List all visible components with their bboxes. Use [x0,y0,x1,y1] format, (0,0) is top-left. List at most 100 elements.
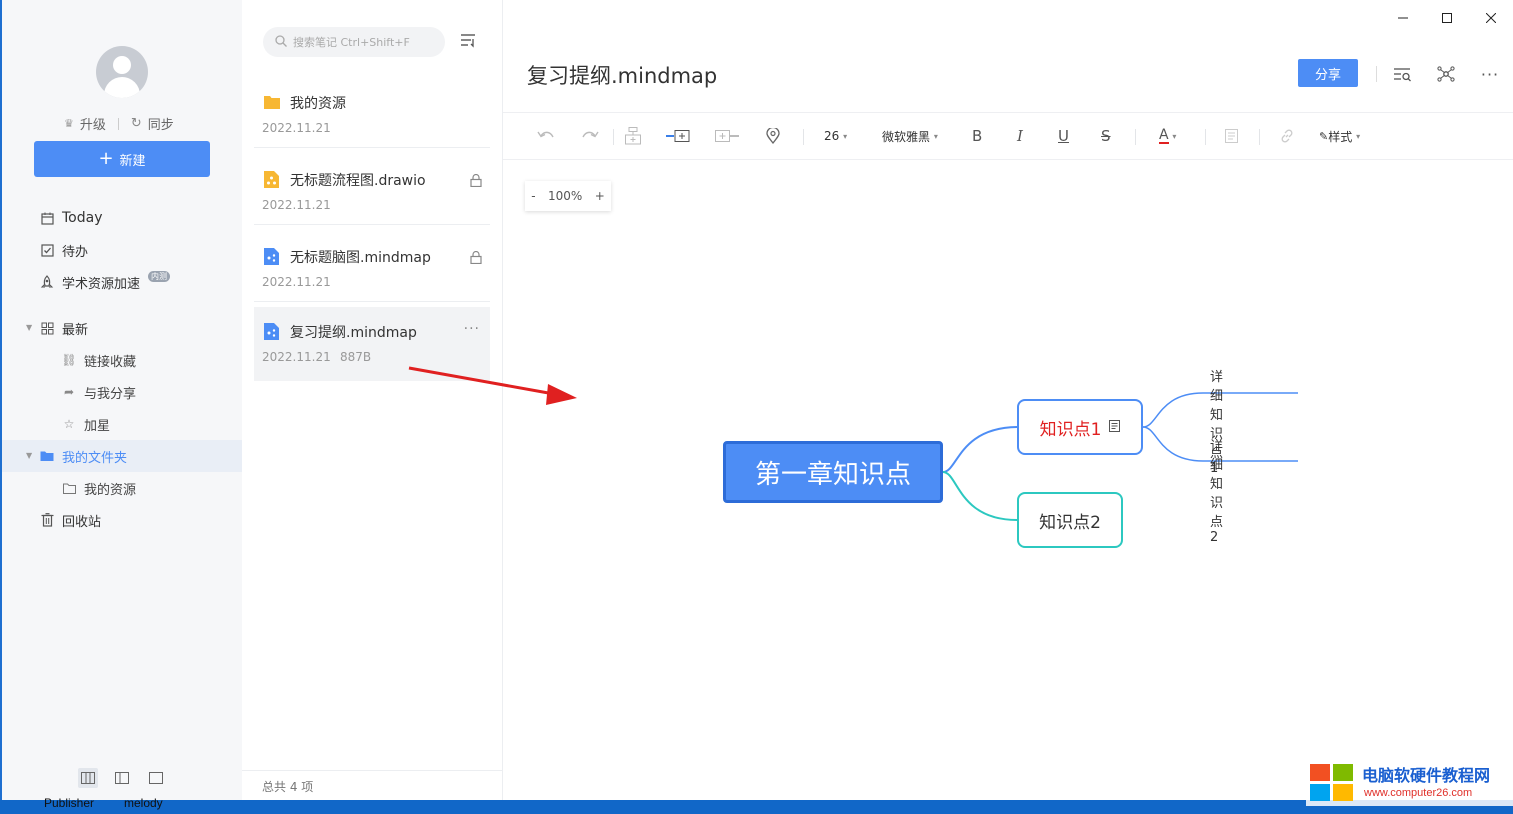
app-window: ♛ 升级 ↻ 同步 + 新建 Today 待办 学术资源加速 内测 ▼ 最新 ⛓… [2,0,1513,800]
sidebar-item-academic[interactable]: 学术资源加速 内测 [40,270,171,292]
star-icon: ☆ [63,417,75,431]
mindmap-structure-icon[interactable] [1436,64,1456,84]
search-placeholder: 搜索笔记 Ctrl+Shift+F [293,36,410,49]
sidebar-item-starred[interactable]: ☆ 加星 [62,414,110,434]
sidebar-item-label: 学术资源加速 [62,276,141,292]
sidebar-item-label: Today [62,210,103,226]
undo-icon[interactable] [537,125,555,147]
minimize-icon[interactable] [1381,8,1425,28]
note-title: 无标题脑图.mindmap [290,250,431,266]
chevron-down-icon: ▾ [843,131,848,141]
mindmap-node-k2[interactable]: 知识点2 [1017,492,1123,548]
taskbar-item[interactable]: melody [124,796,163,810]
sidebar-item-label: 与我分享 [84,386,137,402]
new-button[interactable]: + 新建 [34,141,210,177]
sort-icon[interactable] [460,33,477,52]
style-select[interactable]: ✎ 样式 ▾ [1319,125,1360,147]
sidebar-item-todo[interactable]: 待办 [40,240,88,260]
document-title[interactable]: 复习提纲.mindmap [527,60,717,90]
collapse-caret-icon[interactable]: ▼ [26,451,32,460]
lock-icon [470,172,482,191]
font-color-select[interactable]: A ▾ [1159,125,1176,147]
rocket-icon [40,274,54,289]
single-column-layout-icon[interactable] [146,768,166,788]
sync-link[interactable]: 同步 [148,114,174,133]
redo-icon[interactable] [581,125,599,147]
list-item-my-resources[interactable]: 我的资源 2022.11.21 [254,78,490,148]
list-item-drawio[interactable]: 无标题流程图.drawio 2022.11.21 [254,155,490,225]
note-date: 2022.11.21 [262,121,331,135]
avatar[interactable] [96,46,148,98]
search-input[interactable]: 搜索笔记 Ctrl+Shift+F [263,27,445,57]
mindmap-icon [264,248,280,265]
sidebar-item-my-folder[interactable]: 我的文件夹 [40,446,127,466]
checkbox-icon [40,243,54,257]
chevron-down-icon: ▾ [933,131,938,141]
mindmap-connectors [942,392,1298,521]
maximize-icon[interactable] [1425,8,1469,28]
folder-outline-icon [62,481,76,495]
mindmap-toolbar: 26 ▾ 微软雅黑 ▾ B I U S A ▾ ✎ 样式 ▾ [503,112,1513,160]
list-item-review-outline[interactable]: 复习提纲.mindmap 2022.11.21 887B ··· [254,307,490,381]
underline-button[interactable]: U [1058,125,1069,147]
insert-sibling-node-icon[interactable] [715,125,739,147]
font-size-select[interactable]: 26 ▾ [824,125,847,147]
search-icon [275,34,287,50]
editor-panel: 复习提纲.mindmap 分享 ··· 26 ▾ 微软雅黑 ▾ B I U S … [503,0,1513,800]
insert-child-node-icon[interactable] [666,125,690,147]
lock-icon [470,249,482,268]
sidebar-item-my-resources[interactable]: 我的资源 [62,478,136,498]
note-date: 2022.11.21 [262,275,331,289]
windows-logo-icon [1310,764,1356,802]
note-count: 总共 4 项 [262,780,314,794]
note-size: 887B [340,350,372,364]
note-icon[interactable] [1225,125,1238,147]
watermark: 电脑软硬件教程网 www.computer26.com [1306,760,1513,806]
brush-icon: ✎ [1319,129,1329,143]
strikethrough-button[interactable]: S [1101,125,1111,147]
link-icon[interactable] [1280,125,1294,147]
collapse-caret-icon[interactable]: ▼ [26,323,32,332]
more-icon[interactable]: ··· [1480,64,1500,84]
mindmap-node-k1[interactable]: 知识点1 [1017,399,1143,455]
sidebar-item-label: 我的文件夹 [62,450,128,466]
watermark-title: 电脑软硬件教程网 [1362,766,1491,785]
font-family-select[interactable]: 微软雅黑 ▾ [882,125,938,147]
sidebar-item-today[interactable]: Today [40,208,103,228]
node-label: 知识点1 [1039,419,1102,440]
bold-button[interactable]: B [972,125,982,147]
new-button-label: 新建 [119,153,146,169]
folder-icon [40,449,54,463]
sidebar-item-label: 待办 [62,244,89,260]
upgrade-link[interactable]: 升级 [80,114,106,133]
mindmap-root-node[interactable]: 第一章知识点 [723,441,943,503]
sidebar-item-label: 我的资源 [84,482,137,498]
watermark-url: www.computer26.com [1364,787,1473,799]
more-options-icon[interactable]: ··· [464,321,480,337]
sidebar: ♛ 升级 ↻ 同步 + 新建 Today 待办 学术资源加速 内测 ▼ 最新 ⛓… [2,0,242,800]
plus-icon: + [98,148,114,169]
sidebar-item-shared[interactable]: ➦ 与我分享 [62,382,136,402]
insert-parent-node-icon[interactable] [625,125,641,147]
sidebar-item-label: 链接收藏 [84,354,137,370]
taskbar-item[interactable]: Publisher [44,796,94,810]
three-column-layout-icon[interactable] [78,768,98,788]
folder-icon [264,94,280,110]
note-title: 复习提纲.mindmap [290,325,417,341]
sidebar-item-trash[interactable]: 回收站 [40,510,101,530]
sync-icon: ↻ [130,116,142,131]
two-column-layout-icon[interactable] [112,768,132,788]
share-button[interactable]: 分享 [1298,59,1358,87]
sidebar-item-recent[interactable]: 最新 [40,318,88,338]
list-item-untitled-mindmap[interactable]: 无标题脑图.mindmap 2022.11.21 [254,232,490,302]
sidebar-item-link-collect[interactable]: ⛓ 链接收藏 [61,350,137,370]
note-icon[interactable] [1109,417,1121,437]
italic-button[interactable]: I [1017,125,1023,147]
location-pin-icon[interactable] [766,125,780,147]
font-color-value: A [1159,127,1169,144]
close-icon[interactable] [1469,8,1513,28]
sidebar-item-label: 最新 [62,322,89,338]
note-title: 我的资源 [290,96,346,112]
outline-search-icon[interactable] [1392,64,1412,84]
mindmap-leaf-2[interactable]: 详细知识点2 [1210,435,1223,545]
